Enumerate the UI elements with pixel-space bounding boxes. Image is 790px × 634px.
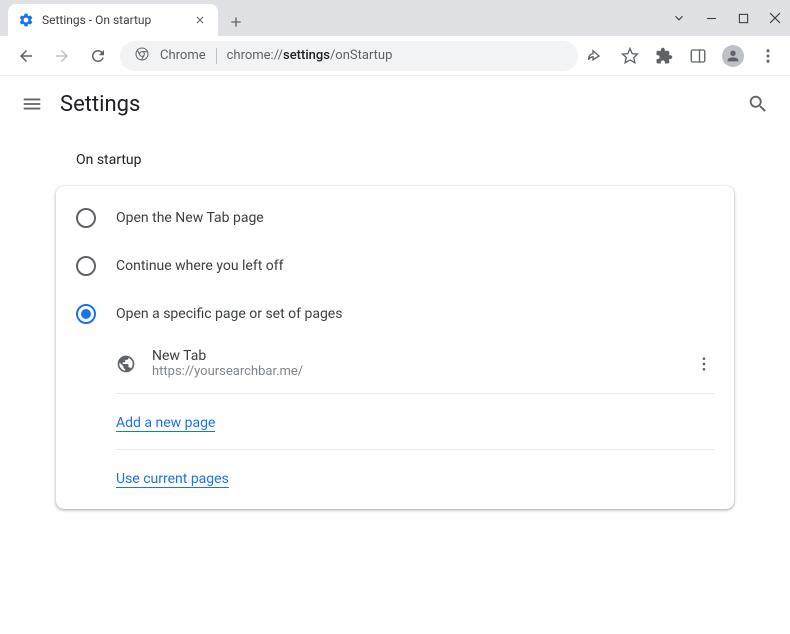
- add-page-row: Add a new page: [56, 398, 734, 445]
- divider: [116, 393, 714, 394]
- page-name: New Tab: [152, 348, 678, 364]
- extensions-icon[interactable]: [654, 46, 674, 66]
- settings-header: Settings: [0, 76, 790, 132]
- tab-bar: Settings - On startup: [0, 0, 790, 36]
- search-icon[interactable]: [746, 92, 770, 116]
- startup-options-card: Open the New Tab page Continue where you…: [56, 186, 734, 509]
- browser-tab[interactable]: Settings - On startup: [8, 4, 218, 36]
- close-icon[interactable]: [192, 12, 208, 28]
- omnibox-url: chrome://settings/onStartup: [227, 48, 393, 63]
- radio-option-continue[interactable]: Continue where you left off: [56, 242, 734, 290]
- radio-icon: [76, 304, 96, 324]
- chevron-down-icon[interactable]: [672, 11, 686, 25]
- page-url: https://yoursearchbar.me/: [152, 364, 678, 379]
- profile-avatar[interactable]: [722, 45, 744, 67]
- sidepanel-icon[interactable]: [688, 46, 708, 66]
- radio-option-specific-pages[interactable]: Open a specific page or set of pages: [56, 290, 734, 338]
- new-tab-button[interactable]: [222, 8, 250, 36]
- forward-button[interactable]: [48, 42, 76, 70]
- settings-content: On startup Open the New Tab page Continu…: [0, 132, 790, 529]
- gear-icon: [18, 12, 34, 28]
- kebab-menu-icon[interactable]: [758, 46, 778, 66]
- reload-button[interactable]: [84, 42, 112, 70]
- hamburger-menu-icon[interactable]: [20, 92, 44, 116]
- radio-icon: [76, 208, 96, 228]
- tab-title: Settings - On startup: [42, 13, 184, 27]
- globe-icon: [116, 354, 136, 374]
- radio-label: Continue where you left off: [116, 258, 284, 274]
- radio-label: Open the New Tab page: [116, 210, 264, 226]
- toolbar-actions: [586, 45, 778, 67]
- section-title: On startup: [56, 152, 734, 168]
- bookmark-icon[interactable]: [620, 46, 640, 66]
- radio-option-new-tab[interactable]: Open the New Tab page: [56, 194, 734, 242]
- startup-page-entry: New Tab https://yoursearchbar.me/: [56, 338, 734, 389]
- share-icon[interactable]: [586, 46, 606, 66]
- back-button[interactable]: [12, 42, 40, 70]
- chrome-icon: [134, 46, 150, 66]
- close-window-button[interactable]: [768, 11, 782, 25]
- page-info: New Tab https://yoursearchbar.me/: [152, 348, 678, 379]
- address-bar[interactable]: Chrome chrome://settings/onStartup: [120, 41, 578, 71]
- use-current-pages-link[interactable]: Use current pages: [116, 471, 229, 488]
- kebab-menu-icon[interactable]: [694, 354, 714, 374]
- divider: [116, 449, 714, 450]
- divider: [216, 48, 217, 64]
- browser-toolbar: Chrome chrome://settings/onStartup: [0, 36, 790, 76]
- maximize-button[interactable]: [736, 11, 750, 25]
- window-controls: [672, 0, 782, 36]
- page-title: Settings: [60, 92, 746, 117]
- minimize-button[interactable]: [704, 11, 718, 25]
- omnibox-source-label: Chrome: [160, 48, 206, 63]
- add-page-link[interactable]: Add a new page: [116, 415, 215, 432]
- use-current-row: Use current pages: [56, 454, 734, 501]
- radio-icon: [76, 256, 96, 276]
- radio-label: Open a specific page or set of pages: [116, 306, 342, 322]
